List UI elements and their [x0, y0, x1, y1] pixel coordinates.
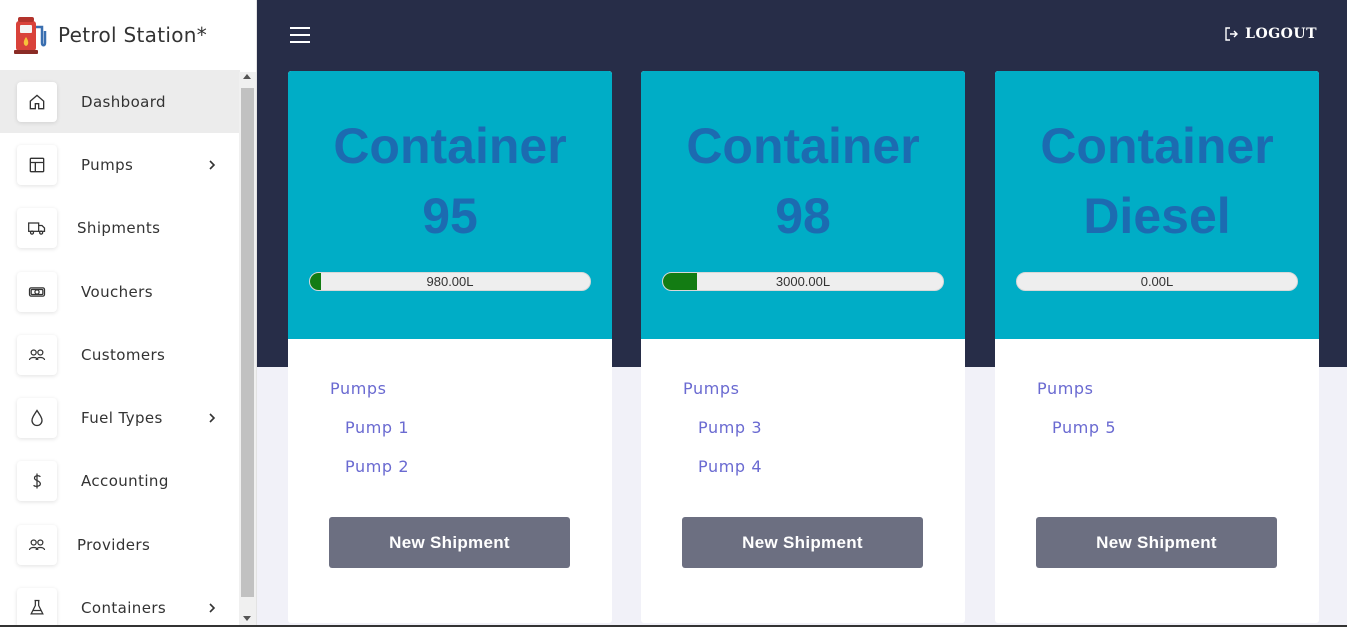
- sidebar-item-accounting[interactable]: Accounting: [0, 450, 240, 513]
- card-header: Container 95 980.00L: [288, 71, 612, 339]
- new-shipment-button[interactable]: New Shipment: [329, 517, 570, 568]
- flask-icon: [17, 588, 57, 627]
- container-card-98: Container 98 3000.00L Pumps Pump 3 Pump …: [641, 71, 965, 623]
- home-icon: [17, 81, 57, 122]
- pumps-link[interactable]: Pumps: [1037, 379, 1094, 398]
- container-title-line1: Container: [333, 118, 567, 174]
- sidebar-item-label: Providers: [77, 535, 151, 554]
- scroll-up-arrow-icon[interactable]: [243, 74, 251, 79]
- container-title: Container Diesel: [995, 111, 1319, 251]
- container-title-line2: 95: [422, 188, 478, 244]
- sidebar-item-label: Containers: [81, 599, 167, 618]
- sidebar-item-label: Pumps: [81, 155, 134, 174]
- sidebar-item-fuel-types[interactable]: Fuel Types: [0, 386, 240, 449]
- container-title-line1: Container: [1040, 118, 1274, 174]
- new-shipment-button[interactable]: New Shipment: [682, 517, 923, 568]
- chevron-right-icon: [209, 160, 216, 170]
- sidebar-item-containers[interactable]: Containers: [0, 576, 240, 627]
- sidebar-item-label: Dashboard: [81, 92, 166, 111]
- fuel-level-text: 980.00L: [426, 274, 474, 289]
- chevron-right-icon: [209, 603, 216, 613]
- pump-link[interactable]: Pump 3: [698, 418, 762, 437]
- sidebar-item-label: Shipments: [77, 219, 161, 238]
- fuel-level-text: 3000.00L: [775, 274, 831, 289]
- container-title: Container 98: [641, 111, 965, 251]
- container-title: Container 95: [288, 111, 612, 251]
- container-title-line2: 98: [775, 188, 831, 244]
- users-icon: [17, 524, 57, 565]
- fuel-level-bar: 980.00L: [309, 272, 591, 291]
- sidebar-nav: Dashboard Pumps Shipments Vouchers Custo…: [0, 70, 240, 627]
- sidebar-item-pumps[interactable]: Pumps: [0, 133, 240, 196]
- fuel-level-text: 0.00L: [1140, 274, 1174, 289]
- container-card-95: Container 95 980.00L Pumps Pump 1 Pump 2…: [288, 71, 612, 623]
- sidebar: Petrol Station* Dashboard Pumps Shipment…: [0, 0, 257, 627]
- card-header: Container Diesel 0.00L: [995, 71, 1319, 339]
- truck-icon: [17, 208, 57, 249]
- logout-button[interactable]: LOGOUT: [1223, 26, 1317, 42]
- pump-link[interactable]: Pump 4: [698, 457, 762, 476]
- card-header: Container 98 3000.00L: [641, 71, 965, 339]
- sidebar-item-label: Vouchers: [81, 282, 153, 301]
- droplet-icon: [17, 398, 57, 439]
- sidebar-item-customers[interactable]: Customers: [0, 323, 240, 386]
- chevron-right-icon: [209, 413, 216, 423]
- pump-link[interactable]: Pump 5: [1052, 418, 1116, 437]
- sidebar-item-vouchers[interactable]: Vouchers: [0, 260, 240, 323]
- scroll-thumb[interactable]: [241, 88, 254, 597]
- container-title-line1: Container: [686, 118, 920, 174]
- sidebar-item-providers[interactable]: Providers: [0, 513, 240, 576]
- fuel-pump-logo-icon: [14, 17, 47, 54]
- brand[interactable]: Petrol Station*: [0, 0, 256, 70]
- sidebar-item-label: Accounting: [81, 472, 169, 491]
- app-title: Petrol Station*: [58, 23, 208, 47]
- logout-label: LOGOUT: [1245, 26, 1317, 42]
- pump-link[interactable]: Pump 2: [345, 457, 409, 476]
- fuel-level-bar: 3000.00L: [662, 272, 944, 291]
- sidebar-item-shipments[interactable]: Shipments: [0, 197, 240, 260]
- container-title-line2: Diesel: [1083, 188, 1231, 244]
- scroll-down-arrow-icon[interactable]: [243, 616, 251, 621]
- dollar-icon: [17, 461, 57, 502]
- menu-toggle-icon[interactable]: [290, 27, 310, 45]
- pumps-link[interactable]: Pumps: [683, 379, 740, 398]
- pumps-link[interactable]: Pumps: [330, 379, 387, 398]
- money-icon: [17, 271, 57, 312]
- container-card-diesel: Container Diesel 0.00L Pumps Pump 5 New …: [995, 71, 1319, 623]
- logout-icon: [1225, 27, 1239, 41]
- sidebar-item-dashboard[interactable]: Dashboard: [0, 70, 240, 134]
- sidebar-item-label: Fuel Types: [81, 409, 163, 428]
- sidebar-item-label: Customers: [81, 345, 166, 364]
- sidebar-scrollbar[interactable]: [239, 72, 256, 627]
- new-shipment-button[interactable]: New Shipment: [1036, 517, 1277, 568]
- fuel-level-bar: 0.00L: [1016, 272, 1298, 291]
- layout-icon: [17, 144, 57, 185]
- users-icon: [17, 334, 57, 375]
- pump-link[interactable]: Pump 1: [345, 418, 409, 437]
